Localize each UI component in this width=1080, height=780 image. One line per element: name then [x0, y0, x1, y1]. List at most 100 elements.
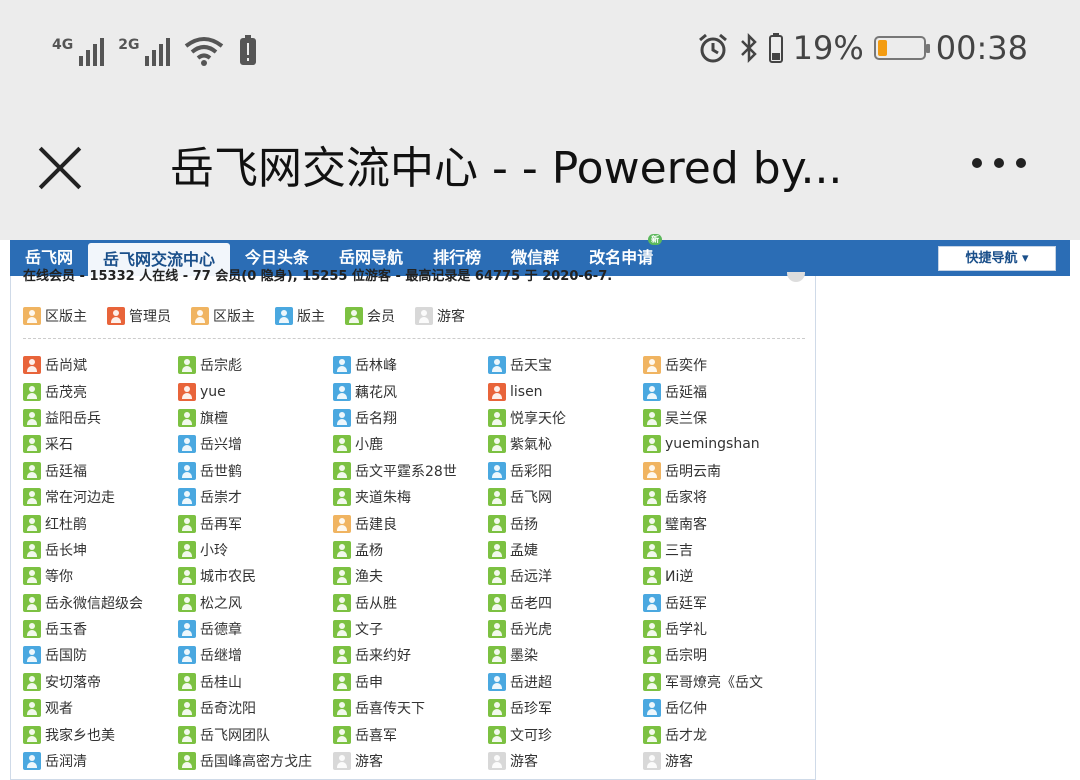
member-name-link[interactable]: 岳飞网	[510, 487, 552, 507]
member-name-link[interactable]: 岳宗明	[665, 645, 707, 665]
member-name-link[interactable]: yue	[200, 384, 226, 400]
member-name-link[interactable]: 孟婕	[510, 540, 538, 560]
member-name-link[interactable]: 岳光虎	[510, 619, 552, 639]
member-item[interactable]: 孟杨	[333, 537, 488, 563]
member-item[interactable]: 我家乡也美	[23, 721, 178, 747]
member-item[interactable]: 岳扬	[488, 510, 643, 536]
member-name-link[interactable]: 军哥燎亮《岳文	[665, 672, 763, 692]
member-name-link[interactable]: 夹道朱梅	[355, 487, 411, 507]
member-name-link[interactable]: 岳国防	[45, 645, 87, 665]
member-name-link[interactable]: 岳申	[355, 672, 383, 692]
member-name-link[interactable]: 岳茂亮	[45, 382, 87, 402]
member-item[interactable]: 常在河边走	[23, 484, 178, 510]
member-item[interactable]: 岳世鹤	[178, 458, 333, 484]
member-name-link[interactable]: 小玲	[200, 540, 228, 560]
member-item[interactable]: yuemingshan	[643, 431, 798, 457]
member-name-link[interactable]: 岳来约好	[355, 645, 411, 665]
member-item[interactable]: 岳宗彪	[178, 352, 333, 378]
member-item[interactable]: 岳飞网团队	[178, 721, 333, 747]
member-name-link[interactable]: 岳建良	[355, 514, 397, 534]
member-name-link[interactable]: 常在河边走	[45, 487, 115, 507]
close-icon[interactable]	[36, 144, 84, 192]
member-item[interactable]: 藕花风	[333, 378, 488, 404]
member-name-link[interactable]: Иi逆	[665, 566, 693, 586]
member-item[interactable]: Иi逆	[643, 563, 798, 589]
member-name-link[interactable]: 悦享天伦	[510, 408, 566, 428]
member-name-link[interactable]: 岳远洋	[510, 566, 552, 586]
member-name-link[interactable]: 岳桂山	[200, 672, 242, 692]
member-item[interactable]: 城市农民	[178, 563, 333, 589]
member-name-link[interactable]: 岳崇才	[200, 487, 242, 507]
member-name-link[interactable]: 岳继增	[200, 645, 242, 665]
member-item[interactable]: 岳奕作	[643, 352, 798, 378]
member-name-link[interactable]: 岳喜传天下	[355, 698, 425, 718]
member-name-link[interactable]: yuemingshan	[665, 436, 760, 452]
member-item[interactable]: 观者	[23, 695, 178, 721]
member-item[interactable]: 岳明云南	[643, 458, 798, 484]
member-name-link[interactable]: 旗檀	[200, 408, 228, 428]
member-name-link[interactable]: 墨染	[510, 645, 538, 665]
member-name-link[interactable]: 岳廷军	[665, 593, 707, 613]
member-item[interactable]: 岳喜军	[333, 721, 488, 747]
member-name-link[interactable]: 孟杨	[355, 540, 383, 560]
member-item[interactable]: 游客	[488, 748, 643, 774]
member-item[interactable]: 岳兴增	[178, 431, 333, 457]
member-item[interactable]: 小玲	[178, 537, 333, 563]
member-item[interactable]: 璧南客	[643, 510, 798, 536]
member-name-link[interactable]: 松之风	[200, 593, 242, 613]
member-item[interactable]: 岳国防	[23, 642, 178, 668]
member-name-link[interactable]: 益阳岳兵	[45, 408, 101, 428]
member-item[interactable]: yue	[178, 378, 333, 404]
member-item[interactable]: 小鹿	[333, 431, 488, 457]
member-item[interactable]: 岳来约好	[333, 642, 488, 668]
member-name-link[interactable]: 岳国峰高密方戈庄	[200, 751, 312, 771]
member-name-link[interactable]: 岳进超	[510, 672, 552, 692]
member-item[interactable]: 岳家将	[643, 484, 798, 510]
member-name-link[interactable]: 安切落帝	[45, 672, 101, 692]
member-name-link[interactable]: 等你	[45, 566, 73, 586]
member-item[interactable]: 松之风	[178, 590, 333, 616]
member-item[interactable]: 夹道朱梅	[333, 484, 488, 510]
member-name-link[interactable]: 城市农民	[200, 566, 256, 586]
member-item[interactable]: 岳名翔	[333, 405, 488, 431]
member-item[interactable]: 游客	[643, 748, 798, 774]
member-name-link[interactable]: 藕花风	[355, 382, 397, 402]
member-name-link[interactable]: 岳文平霆系28世	[355, 461, 457, 481]
member-item[interactable]: 岳茂亮	[23, 378, 178, 404]
member-item[interactable]: 岳老四	[488, 590, 643, 616]
member-item[interactable]: 岳德章	[178, 616, 333, 642]
member-name-link[interactable]: 璧南客	[665, 514, 707, 534]
member-item[interactable]: 岳亿仲	[643, 695, 798, 721]
member-item[interactable]: 三吉	[643, 537, 798, 563]
member-name-link[interactable]: 岳亿仲	[665, 698, 707, 718]
member-item[interactable]: 岳进超	[488, 669, 643, 695]
member-name-link[interactable]: 岳明云南	[665, 461, 721, 481]
member-item[interactable]: 岳才龙	[643, 721, 798, 747]
member-item[interactable]: 岳润清	[23, 748, 178, 774]
member-item[interactable]: 旗檀	[178, 405, 333, 431]
member-name-link[interactable]: 紫氣杺	[510, 434, 552, 454]
member-name-link[interactable]: 岳奕作	[665, 355, 707, 375]
member-item[interactable]: 益阳岳兵	[23, 405, 178, 431]
member-name-link[interactable]: 岳名翔	[355, 408, 397, 428]
member-item[interactable]: 岳国峰高密方戈庄	[178, 748, 333, 774]
member-item[interactable]: 悦享天伦	[488, 405, 643, 431]
member-name-link[interactable]: 游客	[355, 751, 383, 771]
member-item[interactable]: 岳继增	[178, 642, 333, 668]
member-name-link[interactable]: 岳老四	[510, 593, 552, 613]
quick-nav-dropdown[interactable]: 快捷导航 ▾	[938, 246, 1056, 271]
member-item[interactable]: 岳廷福	[23, 458, 178, 484]
more-options-icon[interactable]	[972, 158, 1026, 168]
member-item[interactable]: 岳再军	[178, 510, 333, 536]
member-name-link[interactable]: 岳宗彪	[200, 355, 242, 375]
member-name-link[interactable]: 游客	[665, 751, 693, 771]
member-item[interactable]: 岳光虎	[488, 616, 643, 642]
member-item[interactable]: 岳奇沈阳	[178, 695, 333, 721]
member-item[interactable]: 岳桂山	[178, 669, 333, 695]
member-name-link[interactable]: 三吉	[665, 540, 693, 560]
member-name-link[interactable]: 渔夫	[355, 566, 383, 586]
member-name-link[interactable]: 岳扬	[510, 514, 538, 534]
member-name-link[interactable]: 岳喜军	[355, 725, 397, 745]
member-item[interactable]: 安切落帝	[23, 669, 178, 695]
member-item[interactable]: 等你	[23, 563, 178, 589]
